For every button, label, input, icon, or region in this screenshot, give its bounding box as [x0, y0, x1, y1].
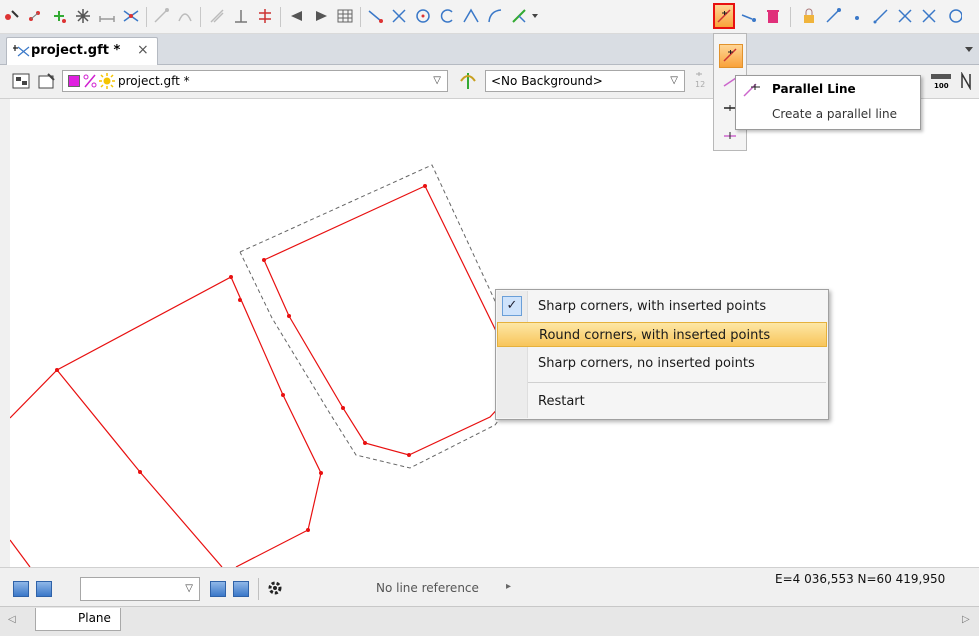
- perpendicular-icon[interactable]: [232, 7, 250, 25]
- toolbar-separator: [280, 7, 281, 27]
- tooltip-title: Parallel Line: [772, 82, 856, 96]
- toolbar-separator: [790, 7, 791, 27]
- layer-color-swatch: [68, 75, 80, 87]
- arc-tool-icon[interactable]: [438, 7, 456, 25]
- background-map-icon[interactable]: [458, 71, 478, 91]
- sheet-tab-bar: ◁ ▷: [0, 606, 979, 636]
- red-polyline[interactable]: [10, 276, 322, 567]
- menu-item-restart[interactable]: Restart: [497, 389, 827, 414]
- north-arrow-icon[interactable]: [958, 72, 974, 90]
- red-polygon-outline[interactable]: [263, 185, 533, 456]
- dot-icon[interactable]: [848, 7, 866, 25]
- offset-tool-icon[interactable]: [208, 7, 226, 25]
- cross-tool-icon[interactable]: [390, 7, 408, 25]
- circle-partial-icon[interactable]: [944, 7, 962, 25]
- line-reference-label: No line reference: [376, 581, 479, 595]
- point-tool-icon[interactable]: [2, 7, 20, 25]
- point-series-icon[interactable]: [26, 7, 44, 25]
- svg-text:12: 12: [695, 80, 705, 89]
- menu-item-sharp-no-points[interactable]: Sharp corners, no inserted points: [497, 351, 827, 376]
- measure-icon[interactable]: [98, 7, 116, 25]
- background-combo-value: <No Background>: [491, 74, 603, 88]
- background-combo[interactable]: <No Background> ▽: [485, 70, 685, 92]
- settings-gear-icon[interactable]: [266, 579, 284, 597]
- intersect-icon[interactable]: [122, 7, 140, 25]
- delete-icon[interactable]: [764, 7, 782, 25]
- plane-doc-icon: [13, 45, 30, 57]
- arrow-left-icon[interactable]: [288, 7, 306, 25]
- sun-icon: [99, 73, 115, 89]
- cross-line-icon[interactable]: [920, 7, 938, 25]
- arrow-right-icon[interactable]: [312, 7, 330, 25]
- star-point-icon[interactable]: [74, 7, 92, 25]
- coordinate-icon[interactable]: 12: [694, 72, 710, 90]
- tab-list-chevron-icon[interactable]: [963, 44, 975, 54]
- status-separator: [258, 578, 259, 600]
- tab-plane-label: Plane: [78, 611, 111, 625]
- status-bar: ▽ No line reference ▸ E=4 036,553 N=60 4…: [0, 567, 979, 607]
- chevron-down-icon: ▽: [433, 75, 441, 86]
- curve-tool-icon[interactable]: [176, 7, 194, 25]
- table-icon[interactable]: [336, 7, 354, 25]
- percent-icon: [83, 74, 97, 88]
- red-polyline[interactable]: [10, 539, 31, 567]
- main-toolbar: [0, 0, 979, 34]
- circle-tool-icon[interactable]: [414, 7, 432, 25]
- grid-line-icon[interactable]: [256, 7, 274, 25]
- tooltip-description: Create a parallel line: [772, 107, 897, 121]
- polyline-tool-icon[interactable]: [462, 7, 480, 25]
- layer-combo[interactable]: project.gft * ▽: [62, 70, 448, 92]
- document-tab[interactable]: project.gft * ×: [6, 37, 158, 65]
- scroll-left-icon[interactable]: ◁: [8, 614, 16, 625]
- scroll-right-icon[interactable]: ▷: [962, 614, 970, 625]
- corner-options-menu: ✓ Sharp corners, with inserted points Ro…: [495, 289, 829, 420]
- next-record-button[interactable]: [210, 581, 226, 597]
- previous-record-button[interactable]: [36, 581, 52, 597]
- parallel-line-icon: [743, 83, 760, 97]
- layer-properties-icon[interactable]: [38, 72, 56, 90]
- toolbar-separator: [360, 7, 361, 27]
- segment-icon[interactable]: [872, 7, 890, 25]
- add-point-icon[interactable]: [50, 7, 68, 25]
- toolbar-separator: [146, 7, 147, 27]
- menu-separator: [528, 382, 826, 383]
- parallel-line-icon: [723, 48, 737, 62]
- split-line-icon[interactable]: [510, 7, 528, 25]
- lock-icon[interactable]: [800, 7, 818, 25]
- menu-item-round-with-points[interactable]: Round corners, with inserted points: [497, 322, 827, 347]
- last-record-button[interactable]: [233, 581, 249, 597]
- layer-manager-icon[interactable]: [12, 72, 30, 90]
- vertex-markers: [55, 184, 427, 532]
- toolbar-separator: [200, 7, 201, 27]
- red-polyline[interactable]: [56, 369, 223, 567]
- chevron-down-icon: ▽: [670, 75, 678, 86]
- menu-item-sharp-with-points[interactable]: Sharp corners, with inserted points: [497, 294, 827, 319]
- point-line-icon[interactable]: [740, 7, 758, 25]
- document-tab-label: project.gft *: [31, 43, 121, 58]
- chevron-down-icon: ▽: [185, 583, 193, 594]
- arc3-tool-icon[interactable]: [486, 7, 504, 25]
- tab-plane[interactable]: Plane: [35, 608, 121, 631]
- first-record-button[interactable]: [13, 581, 29, 597]
- construct-line-icon[interactable]: [152, 7, 170, 25]
- draw-line-icon[interactable]: [824, 7, 842, 25]
- coordinates-readout: E=4 036,553 N=60 419,950: [775, 572, 946, 586]
- parallel-line-icon: [717, 9, 731, 23]
- cross-point-icon[interactable]: [896, 7, 914, 25]
- layer-combo-value: project.gft *: [118, 74, 190, 88]
- close-tab-icon[interactable]: ×: [137, 42, 149, 58]
- record-combo[interactable]: ▽: [80, 577, 200, 601]
- chevron-down-icon[interactable]: [530, 7, 540, 25]
- chevron-right-icon[interactable]: ▸: [506, 581, 511, 592]
- scale-label: 100: [934, 82, 949, 90]
- line-tool-icon[interactable]: [366, 7, 384, 25]
- tool-tooltip: Parallel Line Create a parallel line: [735, 75, 921, 130]
